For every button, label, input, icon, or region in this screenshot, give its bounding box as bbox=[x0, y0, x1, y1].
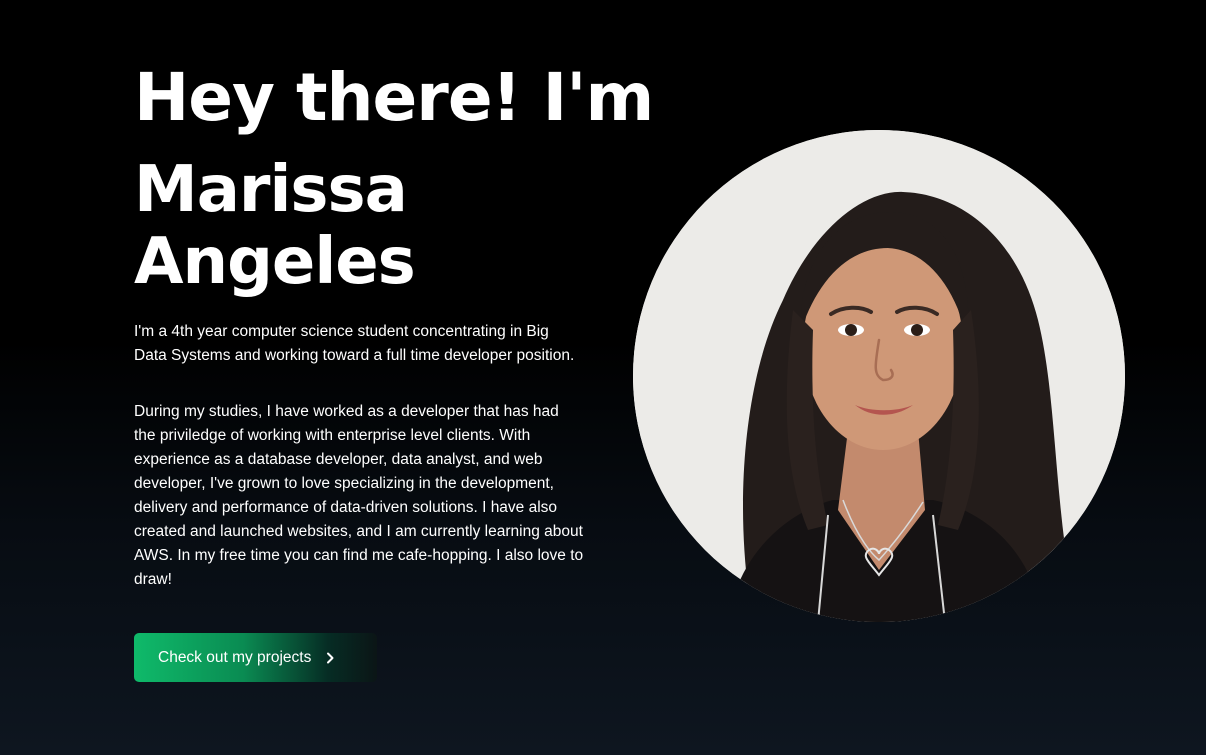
projects-button[interactable]: Check out my projects bbox=[134, 633, 377, 682]
hero-heading: Hey there! I'm Marissa Angeles bbox=[134, 58, 654, 299]
chevron-right-icon bbox=[323, 651, 337, 665]
name-text: Marissa Angeles bbox=[134, 153, 416, 299]
bio-details: During my studies, I have worked as a de… bbox=[134, 403, 584, 588]
intro-block: Hey there! I'm Marissa Angeles I'm a 4th… bbox=[134, 58, 654, 592]
bio-intro: I'm a 4th year computer science student … bbox=[134, 323, 575, 364]
projects-button-label: Check out my projects bbox=[158, 648, 312, 666]
hero-section: Hey there! I'm Marissa Angeles I'm a 4th… bbox=[0, 0, 1206, 755]
greeting-text: Hey there! I'm bbox=[134, 59, 654, 136]
profile-photo bbox=[633, 130, 1125, 622]
